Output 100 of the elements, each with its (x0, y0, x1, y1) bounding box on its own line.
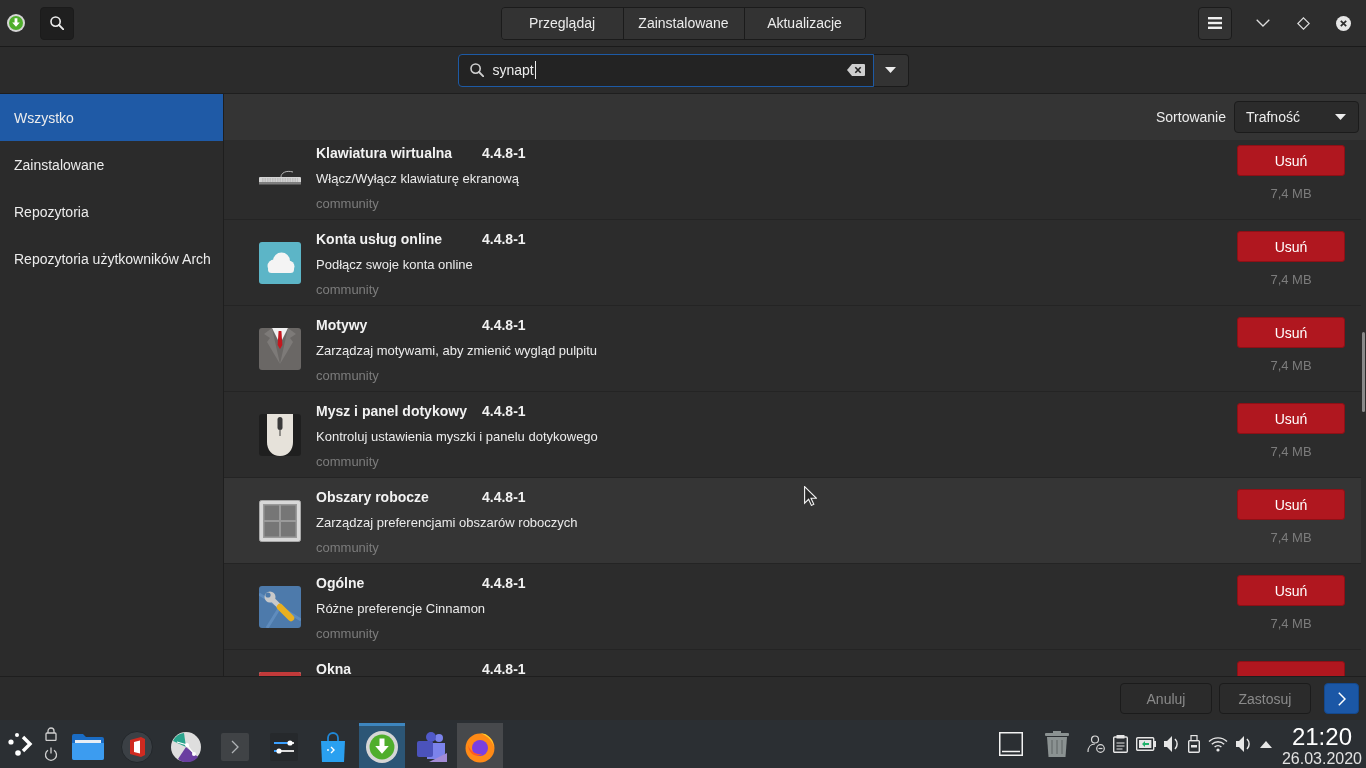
package-name: Mysz i panel dotykowy (316, 402, 468, 421)
package-row[interactable]: Obszary robocze 4.4.8-1 Zarządzaj preferencjami obszarów roboczych community Usuń 7,4 MB (224, 478, 1361, 564)
menu-icon (1208, 17, 1222, 29)
package-description: Różne preferencje Cinnamon (316, 600, 486, 618)
remove-button[interactable]: Usuń (1237, 145, 1345, 176)
package-name: Konta usług online (316, 230, 443, 249)
launcher-icon[interactable] (8, 732, 34, 756)
remove-button[interactable]: Usuń (1237, 489, 1345, 520)
package-description: Kontroluj ustawienia myszki i panelu dotykowego (316, 428, 598, 446)
flame-globe-icon (464, 731, 496, 763)
search-options-button[interactable] (873, 53, 909, 87)
remove-button[interactable]: Usuń (1237, 231, 1345, 262)
text-cursor-icon (534, 61, 536, 79)
people-icon (415, 732, 447, 762)
package-description: Włącz/Wyłącz klawiaturę ekranową (316, 170, 519, 188)
mouse-pointer-icon (804, 486, 817, 506)
package-description: Zarządzaj motywami, aby zmienić wygląd pulpitu (316, 342, 598, 360)
battery-icon[interactable] (1135, 737, 1156, 751)
package-version: 4.4.8-1 (482, 230, 526, 249)
header-tab[interactable]: Przeglądaj (501, 7, 623, 39)
clipboard-icon[interactable] (1112, 735, 1128, 753)
package-size: 7,4 MB (1270, 271, 1312, 288)
package-name: Okna (316, 660, 352, 676)
package-version: 4.4.8-1 (482, 402, 526, 421)
sort-label: Sortowanie (1155, 109, 1226, 125)
chevron-down-icon (1256, 19, 1270, 27)
header-tab[interactable]: Zainstalowane (622, 7, 744, 39)
sliders-icon (270, 733, 298, 761)
package-row[interactable]: Ogólne 4.4.8-1 Różne preferencje Cinnamon community Usuń 7,4 MB (224, 564, 1361, 650)
package-size: 7,4 MB (1270, 529, 1312, 546)
repository-label: community (316, 281, 379, 299)
package-version: 4.4.8-1 (482, 574, 526, 593)
repository-label: community (316, 367, 379, 385)
package-name: Klawiatura wirtualna (316, 144, 454, 163)
office-icon (121, 731, 153, 763)
menu-button[interactable] (1198, 6, 1232, 40)
folder-icon (72, 734, 104, 760)
power-icon[interactable] (44, 747, 58, 761)
package-description: Zarządzaj preferencjami obszarów roboczych (316, 514, 578, 532)
clear-icon[interactable] (846, 64, 865, 76)
diamond-icon (1296, 16, 1310, 30)
package-row[interactable]: Klawiatura wirtualna 4.4.8-1 Włącz/Wyłącz klawiaturę ekranową community Usuń 7,4 MB (224, 140, 1361, 220)
cloud-icon (259, 241, 301, 284)
clock-time: 21:20 (1291, 724, 1352, 750)
package-name: Obszary robocze (316, 488, 430, 507)
package-name: Ogólne (316, 574, 366, 593)
header-tab[interactable]: Aktualizacje (743, 7, 865, 39)
repository-label: community (316, 195, 379, 213)
repository-label: community (316, 453, 379, 471)
arrow-up-icon[interactable] (1259, 740, 1272, 748)
taskbar-button[interactable] (359, 723, 405, 768)
keyboard-icon (259, 168, 301, 185)
volume-icon[interactable] (1163, 735, 1180, 753)
wrench-icon (259, 585, 301, 628)
search-icon (469, 63, 484, 77)
sidebar-item[interactable]: Zainstalowane (0, 141, 223, 188)
sidebar-item[interactable]: Repozytoria (0, 188, 223, 235)
search-field[interactable]: synapt (457, 53, 874, 87)
package-version: 4.4.8-1 (482, 488, 526, 507)
user-icon[interactable] (1086, 735, 1105, 753)
package-size: 7,4 MB (1270, 615, 1312, 632)
lock-icon[interactable] (44, 727, 58, 741)
clock-date: 26.03.2020 (1281, 750, 1362, 768)
chevron-right-icon (1337, 691, 1346, 706)
download-icon (366, 731, 398, 763)
package-version: 4.4.8-1 (482, 660, 526, 676)
package-size: 7,4 MB (1270, 357, 1312, 374)
package-version: 4.4.8-1 (482, 144, 526, 163)
show-desktop-icon[interactable] (998, 732, 1023, 756)
app-logo-icon (7, 14, 25, 32)
mouse-icon (259, 413, 301, 456)
sidebar-item[interactable]: Wszystko (0, 94, 223, 141)
remove-button[interactable]: Usuń (1237, 403, 1345, 434)
package-name: Motywy (316, 316, 369, 335)
volume-icon[interactable] (1235, 735, 1252, 753)
next-button[interactable] (1324, 683, 1359, 714)
close-icon (1335, 15, 1351, 31)
trash-icon[interactable] (1044, 731, 1069, 757)
package-size: 7,4 MB (1270, 185, 1312, 202)
package-row[interactable]: Konta usług online 4.4.8-1 Podłącz swoje konta online community Usuń 7,4 MB (224, 220, 1361, 306)
package-version: 4.4.8-1 (482, 316, 526, 335)
scrollbar[interactable] (1362, 332, 1365, 412)
circle-app-icon (171, 732, 201, 762)
workspace-grid-icon (259, 499, 301, 542)
search-icon (50, 16, 64, 30)
search-button[interactable] (40, 6, 74, 40)
usb-drive-icon[interactable] (1187, 735, 1200, 753)
repository-label: community (316, 539, 379, 557)
sidebar-item[interactable]: Repozytoria użytkowników Arch (0, 235, 223, 282)
shopping-bag-icon (320, 732, 346, 762)
remove-button[interactable]: Usuń (1237, 317, 1345, 348)
caret-down-icon (1335, 114, 1346, 120)
package-description: Podłącz swoje konta online (316, 256, 473, 274)
package-size: 7,4 MB (1270, 443, 1312, 460)
remove-button[interactable]: Usuń (1237, 575, 1345, 606)
package-row[interactable]: Motywy 4.4.8-1 Zarządzaj motywami, aby zmienić wygląd pulpitu community Usuń 7,4 MB (224, 306, 1361, 392)
repository-label: community (316, 625, 379, 643)
sort-dropdown[interactable]: Trafność (1234, 101, 1359, 133)
caret-down-icon (885, 67, 896, 73)
wifi-icon[interactable] (1207, 736, 1228, 752)
